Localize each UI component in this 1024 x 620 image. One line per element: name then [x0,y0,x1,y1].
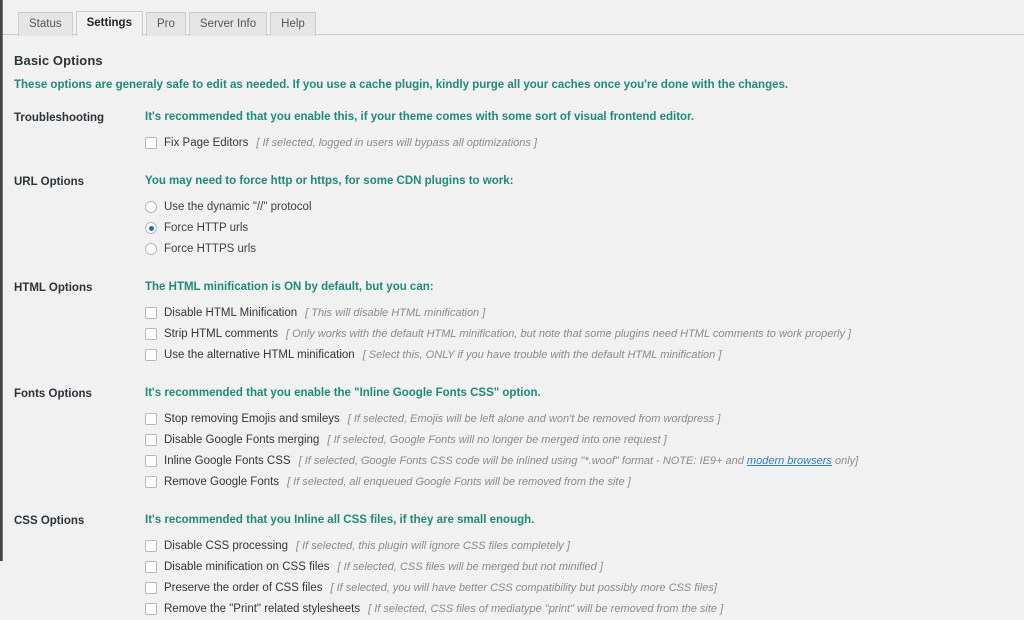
section-note: It's recommended that you enable the "In… [145,387,541,399]
option-list: Disable CSS processing [ If selected, thi… [145,536,1024,619]
option-row[interactable]: Disable HTML Minification [ This will dis… [145,303,1024,323]
section-note: It's recommended that you enable this, i… [145,111,695,123]
section-body: It's recommended that you enable this, i… [145,110,1024,154]
option-row[interactable]: Preserve the order of CSS files [ If sele… [145,578,1024,598]
option-row[interactable]: Use the dynamic "//" protocol [145,197,1024,217]
option-label[interactable]: Force HTTPS urls [164,242,256,256]
checkbox-disable-minification-on-css-files[interactable] [145,561,157,573]
option-label[interactable]: Disable Google Fonts merging [164,433,319,447]
page-description: These options are generaly safe to edit … [14,79,789,91]
section-note: It's recommended that you Inline all CSS… [145,514,535,526]
option-hint: [ If selected, CSS files of mediatype "p… [368,603,724,615]
section-label: Fonts Options [14,388,92,400]
option-label[interactable]: Disable CSS processing [164,539,288,553]
option-row[interactable]: Force HTTP urls [145,218,1024,238]
option-hint: [ If selected, Google Fonts will no long… [327,434,667,446]
section-note: The HTML minification is ON by default, … [145,281,434,293]
section-label: URL Options [14,176,85,188]
option-list: Use the dynamic "//" protocol Force HTTP … [145,197,1024,259]
option-hint: [ If selected, Emojis will be left alone… [347,413,721,425]
section-body: It's recommended that you Inline all CSS… [145,513,1024,620]
section-troubleshooting: Troubleshooting It's recommended that you… [0,110,1024,154]
option-list: Fix Page Editors [ If selected, logged in… [145,133,1024,153]
radio-force-https-urls[interactable] [145,243,157,255]
section-body: The HTML minification is ON by default, … [145,280,1024,366]
section-note: You may need to force http or https, for… [145,175,514,187]
option-list: Disable HTML Minification [ This will dis… [145,303,1024,365]
option-row[interactable]: Inline Google Fonts CSS [ If selected, Go… [145,451,1024,471]
checkbox-remove-google-fonts[interactable] [145,476,157,488]
section-css-options: CSS Options It's recommended that you Inl… [0,513,1024,620]
checkbox-use-the-alternative-html-minification[interactable] [145,349,157,361]
section-body: You may need to force http or https, for… [145,174,1024,260]
option-hint: [ If selected, logged in users will bypa… [256,137,538,149]
option-label[interactable]: Disable minification on CSS files [164,560,330,574]
option-label[interactable]: Strip HTML comments [164,327,278,341]
checkbox-preserve-the-order-of-css-files[interactable] [145,582,157,594]
tab-status[interactable]: Status [18,11,73,36]
option-label[interactable]: Remove Google Fonts [164,475,279,489]
radio-force-http-urls[interactable] [145,222,157,234]
option-row[interactable]: Disable CSS processing [ If selected, thi… [145,536,1024,556]
option-hint: [ If selected, all enqueued Google Fonts… [287,476,631,488]
option-label[interactable]: Force HTTP urls [164,221,248,235]
page-left-edge [0,0,3,561]
option-hint: [ Select this, ONLY if you have trouble … [362,349,722,361]
tab-bar: Status Settings Pro Server Info Help [0,0,1024,36]
checkbox-strip-html-comments[interactable] [145,328,157,340]
option-list: Stop removing Emojis and smileys [ If sel… [145,409,1024,492]
checkbox-inline-google-fonts-css[interactable] [145,455,157,467]
option-row[interactable]: Fix Page Editors [ If selected, logged in… [145,133,1024,153]
tab-pro[interactable]: Pro [145,11,186,36]
page-title: Basic Options [14,53,103,68]
modern-browsers-link[interactable]: modern browsers [747,455,832,467]
section-label: Troubleshooting [14,112,105,124]
option-row[interactable]: Remove Google Fonts [ If selected, all en… [145,472,1024,492]
option-label[interactable]: Fix Page Editors [164,136,248,150]
settings-sections: Troubleshooting It's recommended that you… [0,110,1024,620]
option-hint: [ If selected, CSS files will be merged … [337,561,603,573]
tab-help[interactable]: Help [270,11,316,36]
option-label[interactable]: Inline Google Fonts CSS [164,454,291,468]
option-hint: [ If selected, you will have better CSS … [330,582,717,594]
section-html-options: HTML Options The HTML minification is ON … [0,280,1024,366]
section-label: HTML Options [14,282,93,294]
checkbox-stop-removing-emojis-and-smileys[interactable] [145,413,157,425]
option-label[interactable]: Remove the "Print" related stylesheets [164,602,360,616]
option-label[interactable]: Stop removing Emojis and smileys [164,412,340,426]
section-fonts-options: Fonts Options It's recommended that you e… [0,386,1024,493]
page-header: Basic Options These options are generaly… [0,35,1024,91]
option-row[interactable]: Stop removing Emojis and smileys [ If sel… [145,409,1024,429]
option-label[interactable]: Use the alternative HTML minification [164,348,355,362]
option-label[interactable]: Use the dynamic "//" protocol [164,200,312,214]
option-row[interactable]: Disable Google Fonts merging [ If selecte… [145,430,1024,450]
option-hint: [ Only works with the default HTML minif… [285,328,852,340]
checkbox-fix-page-editors[interactable] [145,137,157,149]
checkbox-remove-the-print-related-stylesheets[interactable] [145,603,157,615]
option-row[interactable]: Use the alternative HTML minification [ S… [145,345,1024,365]
tab-settings[interactable]: Settings [75,10,143,36]
tab-server-info[interactable]: Server Info [188,11,268,36]
section-label: CSS Options [14,515,85,527]
checkbox-disable-css-processing[interactable] [145,540,157,552]
option-hint: [ If selected, Google Fonts CSS code wil… [298,455,859,467]
option-row[interactable]: Remove the "Print" related stylesheets [ … [145,599,1024,619]
radio-use-the-dynamic-protocol[interactable] [145,201,157,213]
option-row[interactable]: Disable minification on CSS files [ If se… [145,557,1024,577]
option-row[interactable]: Strip HTML comments [ Only works with the… [145,324,1024,344]
checkbox-disable-html-minification[interactable] [145,307,157,319]
option-label[interactable]: Preserve the order of CSS files [164,581,323,595]
option-row[interactable]: Force HTTPS urls [145,239,1024,259]
option-label[interactable]: Disable HTML Minification [164,306,297,320]
option-hint: [ This will disable HTML minification ] [305,307,486,319]
checkbox-disable-google-fonts-merging[interactable] [145,434,157,446]
tab-list: Status Settings Pro Server Info Help [18,0,1024,36]
option-hint: [ If selected, this plugin will ignore C… [296,540,570,552]
section-url-options: URL Options You may need to force http or… [0,174,1024,260]
section-body: It's recommended that you enable the "In… [145,386,1024,493]
